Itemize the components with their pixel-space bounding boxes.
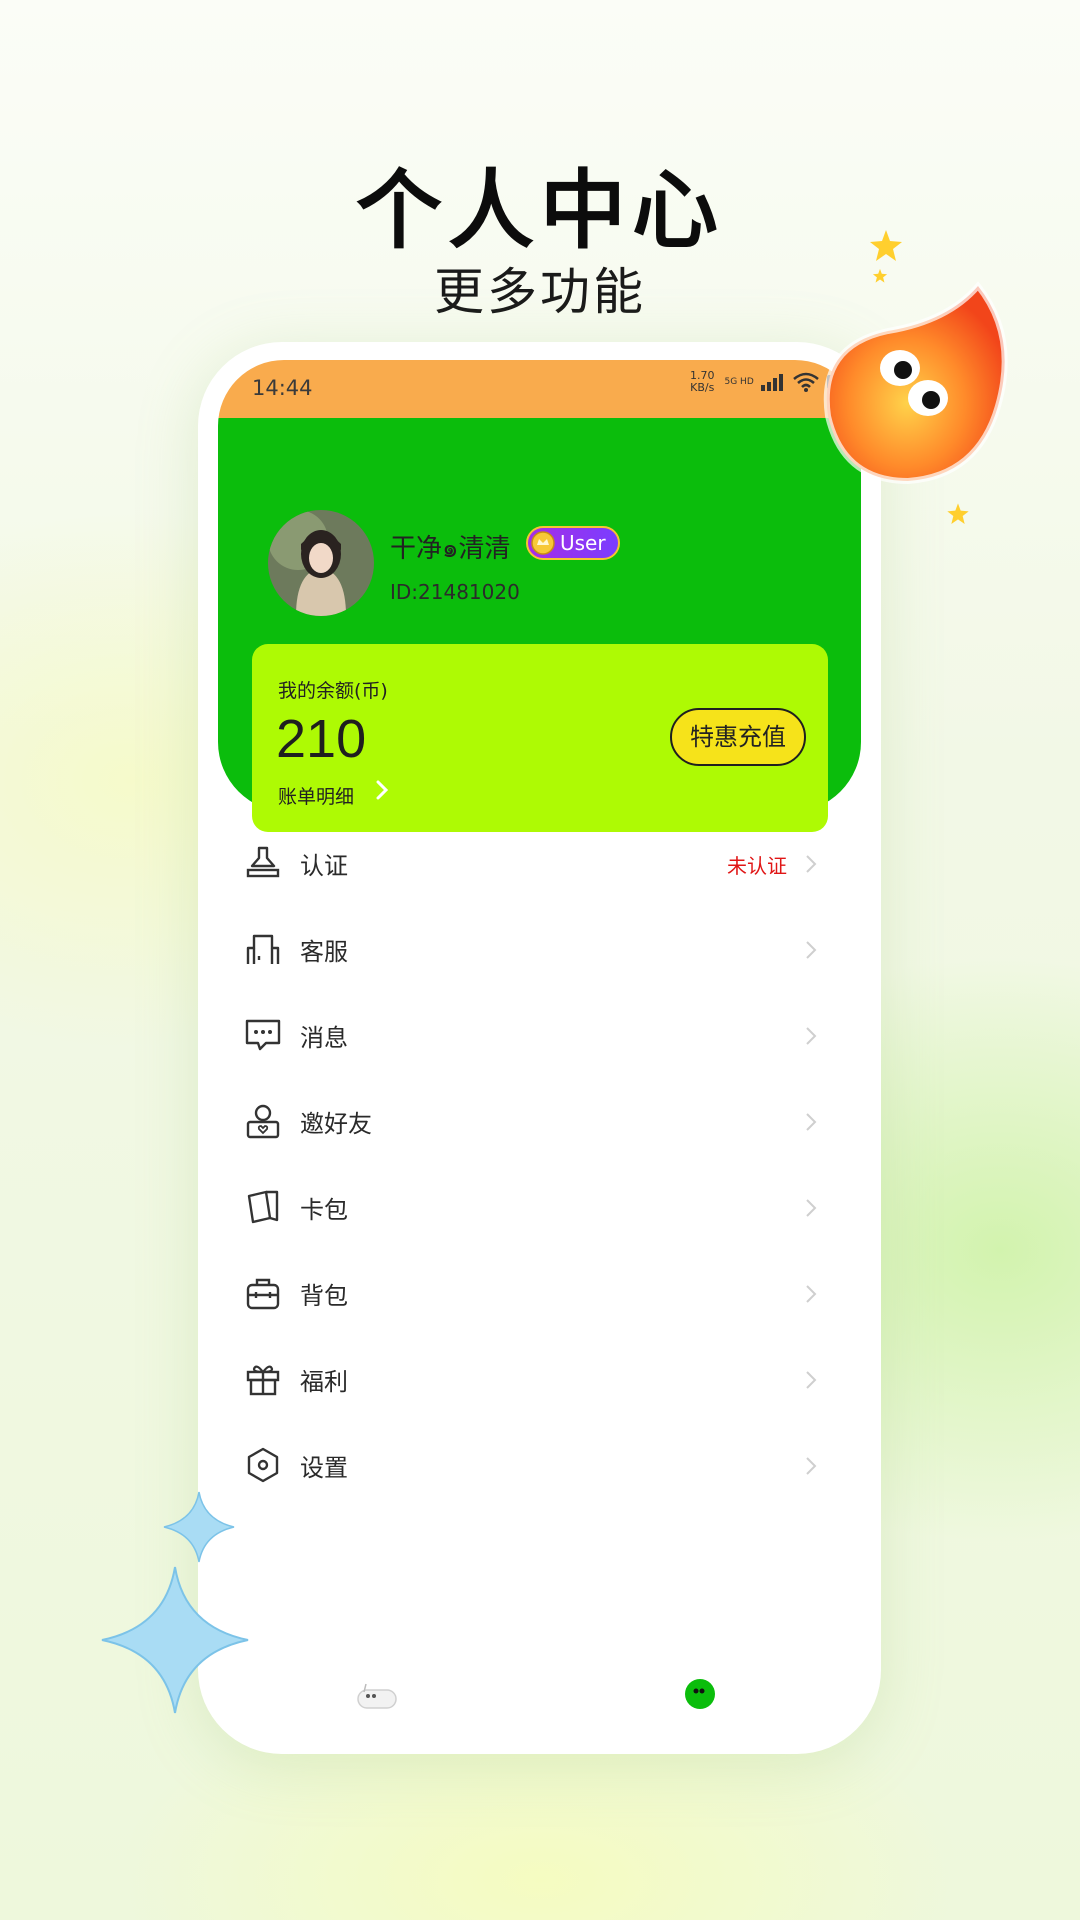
status-bar: 14:44 1.70 KB/s 5G HD: [218, 360, 861, 418]
menu-label: 福利: [300, 1368, 348, 1396]
recharge-button[interactable]: 特惠充值: [670, 708, 806, 766]
stamp-icon: [246, 846, 280, 878]
menu-label: 客服: [300, 938, 348, 966]
chevron-right-icon[interactable]: [374, 778, 390, 802]
chevron-right-icon: [806, 855, 817, 873]
menu-item-messages[interactable]: 消息: [218, 992, 861, 1078]
avatar[interactable]: [268, 510, 374, 616]
phone-screen: 14:44 1.70 KB/s 5G HD 干净๑清清 User ID:2148…: [218, 360, 861, 1734]
chevron-right-icon: [806, 1457, 817, 1475]
hero-title: 个人中心: [356, 161, 724, 261]
net-speed-unit: KB/s: [690, 381, 715, 394]
menu-item-invite-friends[interactable]: 邀好友: [218, 1078, 861, 1164]
star-icon: [947, 503, 969, 524]
menu-item-verify[interactable]: 认证 未认证: [218, 820, 861, 906]
balance-label: 我的余额(币): [278, 680, 388, 702]
chevron-right-icon: [806, 1113, 817, 1131]
chevron-right-icon: [806, 1371, 817, 1389]
sparkle-icon: [163, 1491, 235, 1563]
username: 干净๑清清: [390, 534, 511, 564]
chevron-right-icon: [806, 1285, 817, 1303]
status-time: 14:44: [252, 376, 313, 400]
headset-icon: [246, 934, 280, 964]
gift-icon: [246, 1365, 280, 1396]
profile-tab-icon[interactable]: [684, 1678, 716, 1710]
balance-value: 210: [276, 709, 367, 769]
message-icon: [245, 1019, 281, 1051]
menu-label: 消息: [300, 1024, 348, 1052]
menu-label: 背包: [300, 1282, 348, 1310]
user-badge: User: [526, 526, 620, 560]
chevron-right-icon: [806, 1027, 817, 1045]
badge-label: User: [560, 531, 606, 555]
invite-icon: [246, 1104, 280, 1139]
menu-label: 认证: [300, 852, 348, 880]
settings-icon: [247, 1447, 279, 1483]
profile-header: 干净๑清清 User ID:21481020 我的余额(币) 210 账单明细 …: [218, 418, 861, 832]
star-icon: [870, 230, 902, 261]
menu-label: 设置: [300, 1454, 348, 1482]
menu-label: 卡包: [300, 1196, 348, 1224]
crown-icon: [531, 531, 555, 555]
flame-mascot-icon: [823, 281, 1008, 485]
net-speed: 1.70 KB/s: [690, 370, 715, 394]
phone-frame: 14:44 1.70 KB/s 5G HD 干净๑清清 User ID:2148…: [198, 342, 881, 1754]
menu-item-card-wallet[interactable]: 卡包: [218, 1164, 861, 1250]
star-icon: [872, 268, 888, 283]
signal-icon: [760, 374, 783, 391]
network-type: 5G HD: [724, 377, 754, 387]
cards-icon: [247, 1190, 279, 1224]
chevron-right-icon: [806, 1199, 817, 1217]
menu-item-settings[interactable]: 设置: [218, 1422, 861, 1508]
user-id: ID:21481020: [390, 580, 520, 604]
bill-details-link[interactable]: 账单明细: [278, 782, 354, 809]
home-tab-icon[interactable]: [356, 1682, 398, 1712]
menu-item-backpack[interactable]: 背包: [218, 1250, 861, 1336]
backpack-icon: [246, 1278, 280, 1310]
sparkle-icon: [101, 1566, 249, 1714]
menu-item-benefits[interactable]: 福利: [218, 1336, 861, 1422]
menu-label: 邀好友: [300, 1110, 372, 1138]
menu-item-customer-service[interactable]: 客服: [218, 906, 861, 992]
verify-status: 未认证: [727, 854, 787, 878]
balance-card: 我的余额(币) 210 账单明细 特惠充值: [252, 644, 828, 832]
chevron-right-icon: [806, 941, 817, 959]
